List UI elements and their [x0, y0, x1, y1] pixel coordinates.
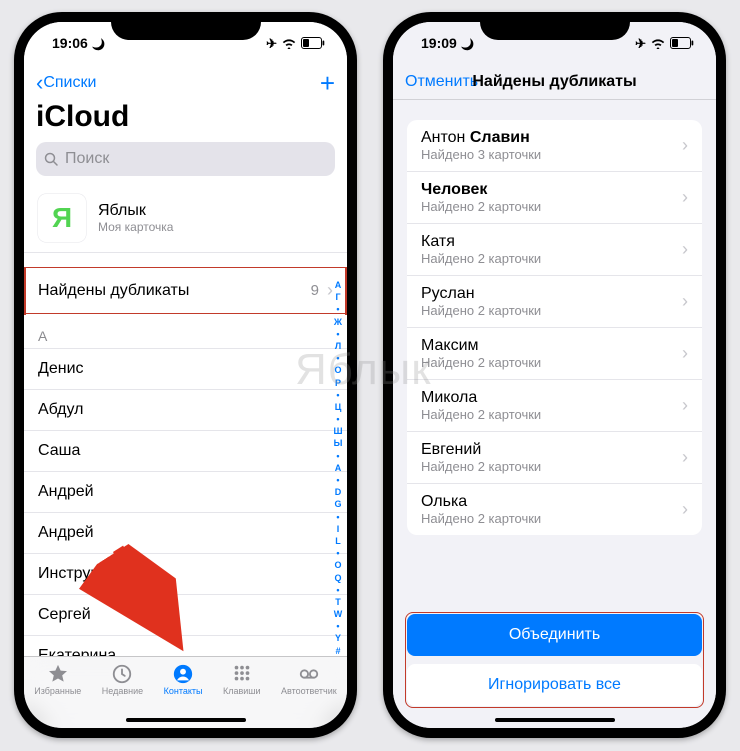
contact-row[interactable]: Андрей	[24, 513, 347, 554]
duplicates-list: Антон СлавинНайдено 3 карточки›ЧеловекНа…	[407, 120, 702, 535]
home-indicator[interactable]	[495, 718, 615, 722]
chevron-right-icon: ›	[682, 291, 688, 312]
star-icon	[46, 663, 70, 685]
search-placeholder: Поиск	[65, 150, 109, 168]
ignore-all-button[interactable]: Игнорировать все	[407, 664, 702, 706]
search-input[interactable]: Поиск	[36, 142, 335, 176]
airplane-icon	[266, 35, 277, 52]
tab-recent[interactable]: Недавние	[102, 663, 143, 696]
duplicates-content[interactable]: Антон СлавинНайдено 3 карточки›ЧеловекНа…	[393, 100, 716, 728]
tab-favorites[interactable]: Избранные	[34, 663, 81, 696]
status-time: 19:06	[52, 35, 88, 51]
duplicates-count: 9	[311, 282, 319, 299]
device-notch	[111, 12, 261, 40]
tab-voicemail[interactable]: Автоответчик	[281, 663, 337, 696]
duplicate-row[interactable]: МаксимНайдено 2 карточки›	[407, 328, 702, 380]
chevron-right-icon: ›	[682, 135, 688, 156]
chevron-right-icon: ›	[682, 447, 688, 468]
airplane-icon	[635, 35, 646, 52]
duplicates-found-row[interactable]: Найдены дубликаты 9 ›	[24, 267, 347, 314]
avatar: Я	[38, 194, 86, 242]
voicemail-icon	[297, 663, 321, 685]
chevron-left-icon: ‹	[36, 72, 43, 94]
my-card-row[interactable]: Я Яблык Моя карточка	[24, 186, 347, 253]
battery-icon	[670, 37, 694, 49]
cancel-button[interactable]: Отменить	[405, 73, 478, 91]
back-button[interactable]: ‹ Списки	[36, 72, 96, 94]
battery-icon	[301, 37, 325, 49]
chevron-right-icon: ›	[682, 395, 688, 416]
duplicate-row[interactable]: КатяНайдено 2 карточки›	[407, 224, 702, 276]
contact-row[interactable]: Денис	[24, 349, 347, 390]
dnd-moon-icon	[92, 35, 106, 51]
contact-row[interactable]: Андрей	[24, 472, 347, 513]
wifi-icon	[281, 37, 297, 49]
chevron-right-icon: ›	[682, 499, 688, 520]
nav-bar: ‹ Списки + iCloud Поиск	[24, 64, 347, 186]
add-contact-button[interactable]: +	[320, 68, 335, 99]
merge-button[interactable]: Объединить	[407, 614, 702, 656]
duplicate-row[interactable]: ЧеловекНайдено 2 карточки›	[407, 172, 702, 224]
duplicate-row[interactable]: РусланНайдено 2 карточки›	[407, 276, 702, 328]
duplicate-row[interactable]: ОлькаНайдено 2 карточки›	[407, 484, 702, 535]
search-icon	[44, 152, 59, 167]
action-buttons-highlight: Объединить Игнорировать все	[405, 612, 704, 708]
chevron-right-icon: ›	[682, 187, 688, 208]
keypad-icon	[230, 663, 254, 685]
contact-row[interactable]: Абдул	[24, 390, 347, 431]
section-header: А	[24, 314, 347, 349]
device-notch	[480, 12, 630, 40]
home-indicator[interactable]	[126, 718, 246, 722]
index-scrubber[interactable]: АГЖЛОРЦШЫADGILOQTWY#	[331, 276, 345, 656]
status-time: 19:09	[421, 35, 457, 51]
chevron-right-icon: ›	[682, 343, 688, 364]
contact-row[interactable]: Саша	[24, 431, 347, 472]
nav-bar: Отменить Найдены дубликаты	[393, 64, 716, 100]
tab-keypad[interactable]: Клавиши	[223, 663, 261, 696]
clock-icon	[110, 663, 134, 685]
dnd-moon-icon	[461, 35, 475, 51]
duplicate-row[interactable]: Антон СлавинНайдено 3 карточки›	[407, 120, 702, 172]
wifi-icon	[650, 37, 666, 49]
duplicate-row[interactable]: ЕвгенийНайдено 2 карточки›	[407, 432, 702, 484]
duplicate-row[interactable]: МиколаНайдено 2 карточки›	[407, 380, 702, 432]
chevron-right-icon: ›	[682, 239, 688, 260]
phone-right: 19:09 Отменить Найдены дубликаты Антон С…	[383, 12, 726, 738]
page-title: iCloud	[36, 98, 335, 142]
